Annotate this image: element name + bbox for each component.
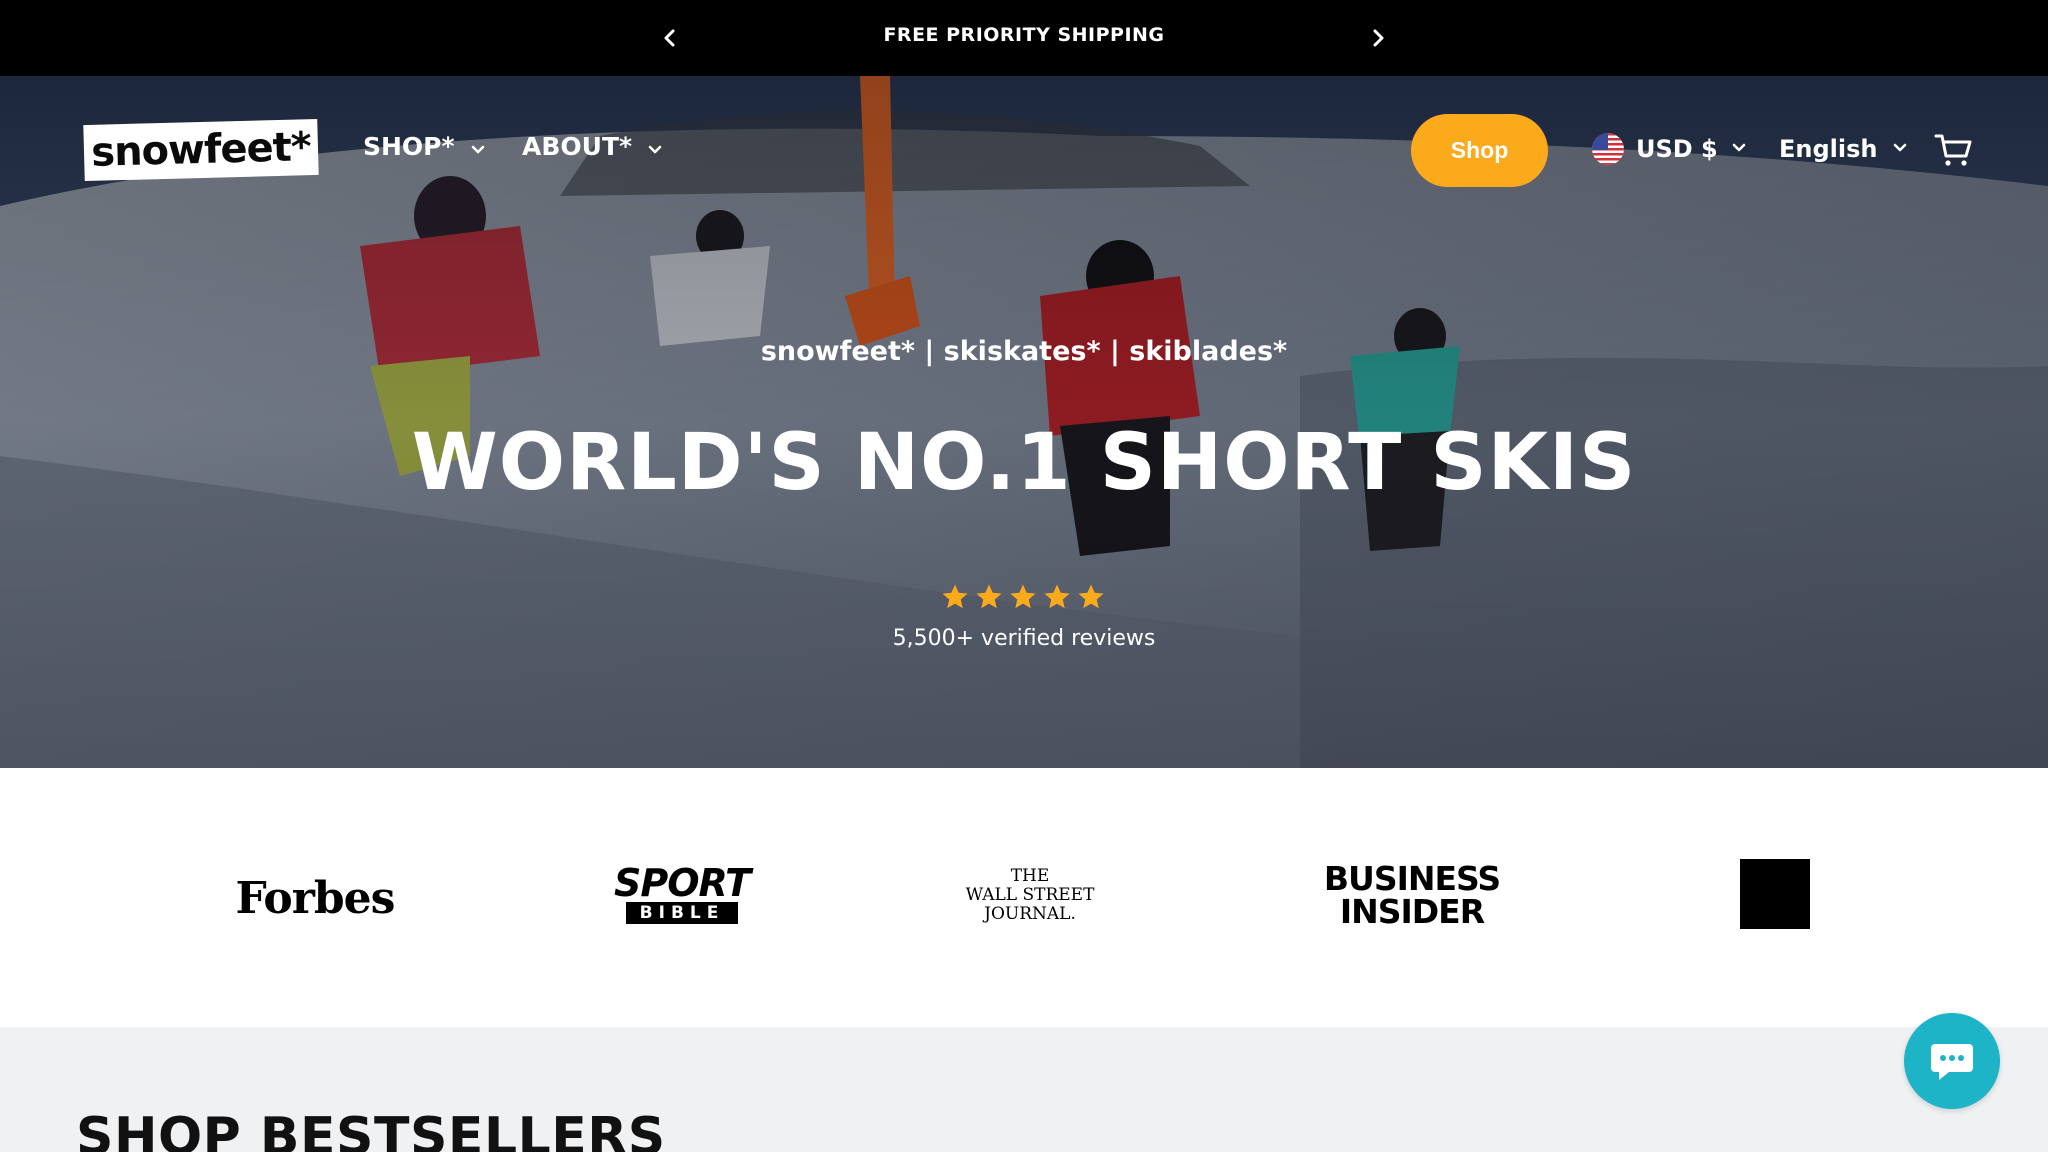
chevron-down-icon: [471, 145, 484, 153]
chevron-down-icon: [648, 145, 662, 153]
currency-label: USD $: [1636, 135, 1718, 163]
hero-subtitle: snowfeet* | skiskates* | skiblades*: [760, 336, 1288, 367]
chevron-down-icon: [1894, 143, 1907, 152]
reviews-count[interactable]: 5,500+ verified reviews: [0, 626, 2048, 651]
forbes-text: Forbes: [235, 872, 396, 924]
language-selector[interactable]: English: [1779, 135, 1909, 163]
language-label: English: [1779, 135, 1878, 163]
rating-stars: [940, 582, 1106, 612]
cart-icon[interactable]: [1934, 132, 1972, 168]
currency-selector[interactable]: USD $: [1592, 133, 1748, 165]
bi-line2: INSIDER: [1339, 892, 1485, 931]
chevron-down-icon: [1732, 143, 1746, 152]
shop-button[interactable]: Shop: [1411, 114, 1548, 187]
bi-line1: BUSINESS: [1323, 859, 1501, 898]
star-icon: [1010, 584, 1036, 609]
press-logo-sport-bible: SPORT BIBLE: [614, 860, 751, 928]
press-logo-business-insider: BUSINESS INSIDER: [1314, 860, 1510, 930]
press-logo-forbes: Forbes: [230, 868, 400, 928]
nav-shop-label: SHOP*: [363, 132, 455, 161]
announcement-bar: FREE PRIORITY SHIPPING: [0, 0, 2048, 76]
star-icon: [1078, 584, 1104, 609]
nav-about[interactable]: ABOUT*: [522, 132, 664, 161]
us-flag-icon: [1592, 133, 1624, 165]
twc-line3: Channel: [1743, 908, 1807, 924]
star-icon: [942, 584, 968, 609]
chevron-right-icon[interactable]: [1362, 22, 1394, 54]
sport-bible-line1: SPORT: [614, 861, 751, 905]
bestsellers-section: SHOP BESTSELLERS: [0, 1027, 2048, 1152]
nav-about-label: ABOUT*: [522, 132, 633, 161]
bestsellers-title: SHOP BESTSELLERS: [76, 1107, 666, 1152]
press-logos: Forbes SPORT BIBLE THE WALL STREET JOURN…: [0, 768, 2048, 1027]
twc-line2: Weather: [1741, 892, 1809, 908]
nav-shop[interactable]: SHOP*: [363, 132, 487, 161]
chat-button[interactable]: [1904, 1013, 2000, 1109]
hero-banner: snowfeet* | skiskates* | skiblades* WORL…: [0, 76, 2048, 768]
page: FREE PRIORITY SHIPPING snowfeet* | skisk…: [0, 0, 2048, 1152]
press-logo-weather-channel: The Weather Channel: [1740, 859, 1810, 929]
star-icon: [1044, 584, 1070, 609]
hero-headline: WORLD'S NO.1 SHORT SKIS: [411, 418, 1637, 508]
wsj-line2: WALL STREET: [965, 884, 1095, 905]
wsj-line1: THE: [1010, 865, 1050, 886]
wsj-line3: JOURNAL.: [984, 903, 1076, 924]
chat-bubble-icon: [1931, 1044, 1973, 1080]
press-logo-wsj: THE WALL STREET JOURNAL.: [960, 860, 1100, 930]
sport-bible-line2: BIBLE: [626, 902, 738, 924]
logo-text: snowfeet*: [90, 124, 312, 176]
star-icon: [976, 584, 1002, 609]
site-logo[interactable]: snowfeet*: [83, 118, 319, 182]
twc-line1: The: [1760, 876, 1790, 892]
announcement-text: FREE PRIORITY SHIPPING: [883, 24, 1165, 46]
